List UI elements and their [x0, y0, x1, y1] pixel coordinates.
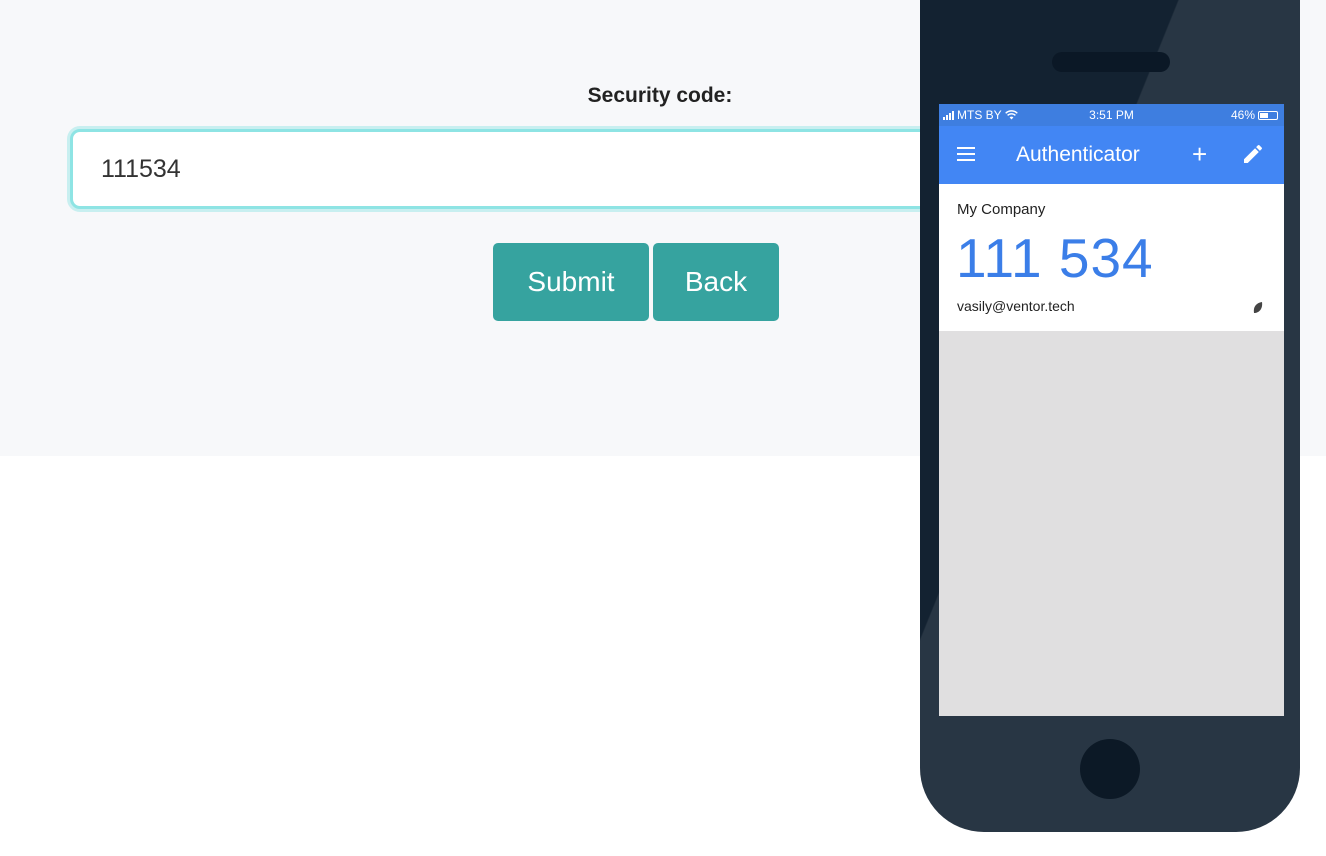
battery-icon [1258, 110, 1278, 120]
account-issuer: My Company [957, 201, 1046, 218]
account-email: vasily@ventor.tech [957, 298, 1075, 314]
home-button [1080, 739, 1140, 799]
otp-code: 111 534 [956, 227, 1154, 289]
status-battery: 46% [1231, 108, 1278, 122]
app-title: Authenticator [1016, 143, 1140, 166]
submit-button[interactable]: Submit [493, 243, 649, 321]
phone-screen: MTS BY 3:51 PM 46% Authenticator + My Co… [939, 104, 1284, 716]
status-bar: MTS BY 3:51 PM 46% [939, 104, 1284, 126]
security-code-input[interactable] [70, 129, 970, 209]
countdown-timer-icon [1253, 302, 1263, 313]
plus-icon[interactable]: + [1192, 141, 1207, 167]
phone-speaker [1052, 52, 1170, 72]
app-bar: Authenticator + [939, 126, 1284, 184]
battery-percent: 46% [1230, 108, 1255, 122]
back-button[interactable]: Back [653, 243, 779, 321]
pencil-icon[interactable] [1241, 142, 1265, 166]
account-card[interactable]: My Company 111 534 vasily@ventor.tech [939, 184, 1284, 331]
security-code-label: Security code: [587, 84, 733, 107]
hamburger-menu-icon[interactable] [957, 147, 975, 161]
phone-mockup: MTS BY 3:51 PM 46% Authenticator + My Co… [920, 0, 1300, 832]
